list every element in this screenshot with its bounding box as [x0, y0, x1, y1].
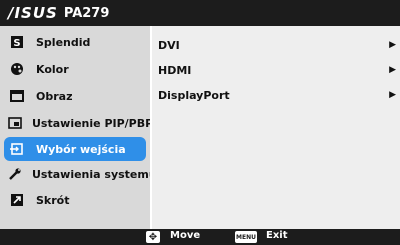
arrow-right-icon: ▶ — [389, 90, 396, 100]
hint-bar: ✥ Move MENU Exit — [0, 229, 400, 245]
sidebar-item-label: Obraz — [36, 89, 73, 103]
sidebar-item-pip-pbp[interactable]: Ustawienie PIP/PBP — [4, 111, 153, 135]
option-dvi[interactable]: DVI ▶ — [158, 36, 396, 54]
sidebar-item-input-select[interactable]: Wybór wejścia — [4, 137, 146, 161]
sidebar-item-system-settings[interactable]: Ustawienia systemu — [4, 162, 157, 186]
sidebar-item-label: Splendid — [36, 35, 91, 49]
joystick-icon: ✥ — [146, 231, 160, 243]
title-bar: /ISUS PA279 — [0, 0, 400, 26]
option-hdmi[interactable]: HDMI ▶ — [158, 61, 396, 79]
sidebar-item-label: Kolor — [36, 62, 69, 76]
sidebar-item-label: Skrót — [36, 193, 70, 207]
sidebar-item-kolor[interactable]: Kolor — [4, 57, 146, 81]
asus-logo: /ISUS — [8, 4, 58, 22]
sidebar-item-label: Wybór wejścia — [36, 142, 126, 156]
exit-hint: Exit — [266, 230, 288, 241]
option-displayport[interactable]: DisplayPort ▶ — [158, 86, 396, 104]
pip-icon — [8, 115, 22, 131]
option-label: DVI — [158, 38, 180, 52]
input-select-icon — [8, 141, 26, 157]
wrench-icon — [8, 166, 22, 182]
osd-menu: /ISUS PA279 S Splendid Kolor Obraz Ustaw… — [0, 0, 400, 245]
move-hint: Move — [170, 230, 201, 241]
arrow-right-icon: ▶ — [389, 65, 396, 75]
sidebar-item-shortcut[interactable]: Skrót — [4, 188, 146, 212]
arrow-right-icon: ▶ — [389, 40, 396, 50]
sidebar: S Splendid Kolor Obraz Ustawienie PIP/PB… — [0, 26, 157, 229]
image-icon — [8, 88, 26, 104]
splendid-icon: S — [8, 34, 26, 50]
model-name: PA279 — [63, 5, 110, 21]
sidebar-item-label: Ustawienie PIP/PBP — [32, 116, 154, 130]
input-options-panel: DVI ▶ HDMI ▶ DisplayPort ▶ — [152, 26, 400, 229]
option-label: DisplayPort — [158, 88, 230, 102]
sidebar-item-splendid[interactable]: S Splendid — [4, 30, 146, 54]
svg-text:S: S — [13, 38, 20, 49]
sidebar-item-label: Ustawienia systemu — [32, 167, 157, 181]
shortcut-icon — [8, 192, 26, 208]
option-label: HDMI — [158, 63, 192, 77]
sidebar-item-obraz[interactable]: Obraz — [4, 84, 146, 108]
color-palette-icon — [8, 61, 26, 77]
menu-key-icon: MENU — [235, 231, 257, 243]
